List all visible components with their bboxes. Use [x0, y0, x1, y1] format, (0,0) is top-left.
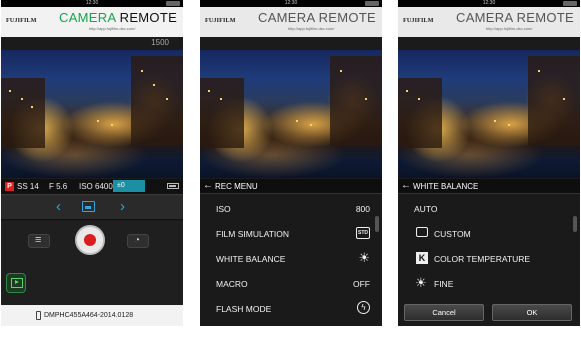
back-arrow-icon[interactable]: ← [203, 180, 213, 191]
live-view-image[interactable] [1, 50, 183, 178]
app-url: http://app.fujifilm-dsc.com/ [89, 26, 136, 31]
left-chevron-icon[interactable]: ‹ [56, 199, 61, 215]
shooting-controls [1, 221, 183, 305]
menu-item-label: ISO [216, 204, 231, 214]
wb-option-auto[interactable]: AUTO [398, 196, 580, 221]
wb-option-label: FINE [434, 279, 454, 289]
camera-remote-live-view-screen: 12:30 FUJIFILM CAMERA REMOTE http://app.… [1, 0, 183, 326]
menu-item-label: WHITE BALANCE [216, 254, 286, 264]
exposure-compensation: ±0 [113, 180, 145, 192]
signal-icon [563, 1, 577, 6]
status-clock: 12:30 [482, 0, 496, 6]
app-header: FUJIFILM CAMERA REMOTE http://app.fujifi… [398, 7, 580, 37]
app-title: CAMERA REMOTE [456, 10, 574, 25]
list-icon-button[interactable] [28, 234, 50, 248]
exposure-compensation-value: ±0 [117, 182, 125, 189]
wb-option-label: CUSTOM [434, 229, 471, 239]
program-mode-badge: P [5, 182, 14, 191]
device-footer: DMPHC455A464-2014.0128 [1, 305, 183, 326]
self-timer-icon-button[interactable] [127, 234, 149, 248]
menu-item-label: FLASH MODE [216, 304, 272, 314]
scrollbar[interactable] [573, 216, 577, 232]
app-title-text: CAMERA REMOTE [258, 10, 377, 25]
dialog-button-bar: Cancel OK [398, 301, 580, 326]
status-bar: 12:30 [398, 0, 580, 7]
flash-icon: ϟ [357, 301, 370, 314]
k-icon: K [416, 252, 428, 264]
rec-menu-screen: 12:30 FUJIFILM CAMERA REMOTE http://app.… [200, 0, 382, 326]
menu-title: WHITE BALANCE [413, 182, 479, 191]
wb-option-custom[interactable]: CUSTOM [398, 221, 580, 246]
menu-item-value: 800 [355, 204, 370, 214]
shutter-speed: SS 14 [17, 182, 39, 191]
exposure-info-bar: P SS 14 F 5.6 ISO 6400 ±0 [1, 179, 183, 194]
menu-item-macro[interactable]: MACRO OFF [200, 271, 382, 296]
app-title-text: CAMERA REMOTE [456, 10, 575, 25]
app-title: CAMERA REMOTE [258, 10, 376, 25]
menu-item-value: OFF [353, 279, 370, 289]
app-url: http://app.fujifilm-dsc.com/ [288, 26, 335, 31]
mode-icon[interactable] [82, 201, 95, 212]
playback-icon-button[interactable] [6, 273, 26, 293]
rec-menu-list: ISO 800 FILM SIMULATION STD WHITE BALANC… [200, 194, 382, 326]
menu-item-flash-mode[interactable]: FLASH MODE ϟ [200, 296, 382, 321]
app-title-part1: CAMERA [59, 10, 116, 25]
fujifilm-logo: FUJIFILM [205, 18, 236, 24]
mode-nav-row: ‹ › [1, 194, 183, 220]
app-header: FUJIFILM CAMERA REMOTE http://app.fujifi… [1, 7, 183, 37]
sun-icon: ☀ [358, 250, 370, 265]
menu-item-label: FILM SIMULATION [216, 229, 290, 239]
menu-header: ← REC MENU [200, 179, 382, 194]
menu-title: REC MENU [215, 182, 258, 191]
right-chevron-icon[interactable]: › [120, 199, 125, 215]
fujifilm-logo: FUJIFILM [6, 18, 37, 24]
ok-button[interactable]: OK [492, 304, 572, 321]
scrollbar[interactable] [375, 216, 379, 232]
std-film-icon: STD [356, 227, 370, 239]
custom-icon [416, 227, 428, 237]
app-url: http://app.fujifilm-dsc.com/ [486, 26, 533, 31]
fujifilm-logo: FUJIFILM [403, 18, 434, 24]
phone-icon [36, 311, 41, 320]
menu-header: ← WHITE BALANCE [398, 179, 580, 194]
menu-item-white-balance[interactable]: WHITE BALANCE ☀ [200, 246, 382, 271]
battery-icon [167, 183, 179, 189]
shots-remaining: 1500 [151, 38, 169, 47]
live-view-image [398, 50, 580, 178]
aperture: F 5.6 [49, 182, 68, 191]
wb-option-fine[interactable]: ☀ FINE [398, 271, 580, 296]
status-bar: 12:30 [1, 0, 183, 7]
device-name: DMPHC455A464-2014.0128 [44, 312, 134, 319]
app-title: CAMERA REMOTE [59, 10, 177, 25]
menu-item-label: MACRO [216, 279, 248, 289]
status-clock: 12:30 [85, 0, 99, 6]
status-clock: 12:30 [284, 0, 298, 6]
signal-icon [166, 1, 180, 6]
wb-option-label: COLOR TEMPERATURE [434, 254, 531, 264]
iso-value: ISO 6400 [79, 182, 113, 191]
white-balance-screen: 12:30 FUJIFILM CAMERA REMOTE http://app.… [398, 0, 580, 326]
menu-item-iso[interactable]: ISO 800 [200, 196, 382, 221]
status-bar: 12:30 [200, 0, 382, 7]
signal-icon [365, 1, 379, 6]
back-arrow-icon[interactable]: ← [401, 180, 411, 191]
sun-icon: ☀ [415, 275, 427, 290]
wb-option-label: AUTO [414, 204, 438, 214]
cancel-button[interactable]: Cancel [404, 304, 484, 321]
app-title-part2: REMOTE [119, 10, 178, 25]
live-view-image [200, 50, 382, 178]
shutter-button[interactable] [75, 225, 105, 255]
wb-option-color-temperature[interactable]: K COLOR TEMPERATURE [398, 246, 580, 271]
app-header: FUJIFILM CAMERA REMOTE http://app.fujifi… [200, 7, 382, 37]
menu-item-film-simulation[interactable]: FILM SIMULATION STD [200, 221, 382, 246]
